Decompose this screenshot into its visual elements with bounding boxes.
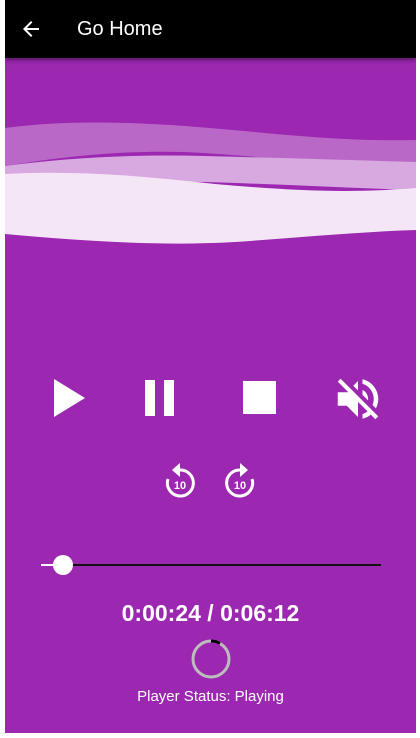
replay-10-icon: 10: [165, 463, 195, 498]
player-status: Player Status: Playing: [137, 688, 284, 705]
wave-visualization: [5, 122, 416, 244]
forward-10-button[interactable]: 10: [221, 461, 259, 503]
replay-10-label: 10: [174, 480, 186, 492]
player-screen: Go Home 10 10 0:00:24 / 0:06:12 Player S…: [5, 0, 416, 733]
time-display: 0:00:24 / 0:06:12: [121, 600, 300, 626]
pause-icon: [145, 380, 174, 416]
stop-icon: [243, 381, 276, 414]
stop-button[interactable]: [238, 376, 282, 420]
loading-spinner: [191, 639, 231, 679]
app-bar: Go Home: [5, 0, 416, 58]
seek-slider-thumb[interactable]: [52, 555, 73, 575]
mute-button[interactable]: [331, 372, 385, 426]
play-button[interactable]: [49, 374, 93, 422]
volume-off-icon: [337, 378, 379, 420]
page-title: Go Home: [77, 18, 163, 40]
replay-10-button[interactable]: 10: [161, 461, 199, 503]
pause-button[interactable]: [141, 376, 181, 420]
forward-10-label: 10: [234, 480, 246, 492]
forward-10-icon: 10: [225, 463, 255, 498]
arrow-back-icon[interactable]: [19, 17, 43, 41]
play-icon: [54, 379, 85, 417]
seek-slider[interactable]: [41, 555, 381, 575]
